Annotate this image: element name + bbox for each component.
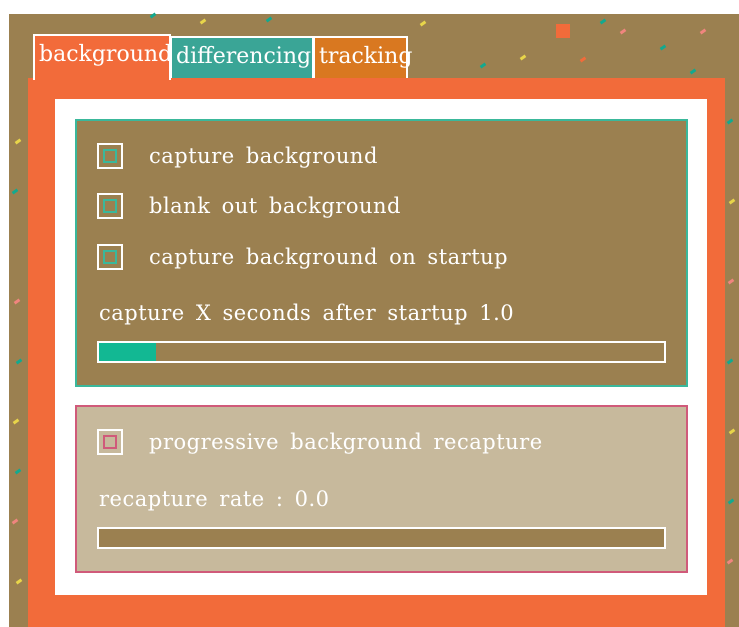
- capture-background-label: capture background: [149, 144, 378, 168]
- tab-tracking[interactable]: tracking: [313, 36, 412, 78]
- tab-differencing[interactable]: differencing: [170, 36, 314, 78]
- progressive-recapture-label: progressive background recapture: [149, 430, 543, 454]
- top-edge: [0, 0, 739, 14]
- capture-settings-group: capture background blank out background …: [75, 119, 688, 387]
- panel-content: capture background blank out background …: [55, 99, 707, 595]
- left-edge: [0, 0, 9, 627]
- capture-on-startup-checkbox[interactable]: [97, 244, 123, 270]
- capture-on-startup-label: capture background on startup: [149, 245, 509, 269]
- recapture-rate-slider[interactable]: [97, 527, 666, 549]
- tab-background[interactable]: background: [33, 34, 172, 80]
- progressive-recapture-group: progressive background recapture recaptu…: [75, 405, 688, 573]
- capture-background-checkbox[interactable]: [97, 143, 123, 169]
- background-panel: capture background blank out background …: [28, 78, 725, 627]
- blank-out-background-checkbox[interactable]: [97, 193, 123, 219]
- recapture-rate-label: recapture rate : 0.0: [99, 487, 330, 511]
- capture-delay-label: capture X seconds after startup 1.0: [99, 301, 515, 325]
- blank-out-background-label: blank out background: [149, 194, 401, 218]
- progressive-recapture-checkbox[interactable]: [97, 429, 123, 455]
- capture-delay-slider[interactable]: [97, 341, 666, 363]
- capture-delay-slider-fill: [99, 343, 156, 361]
